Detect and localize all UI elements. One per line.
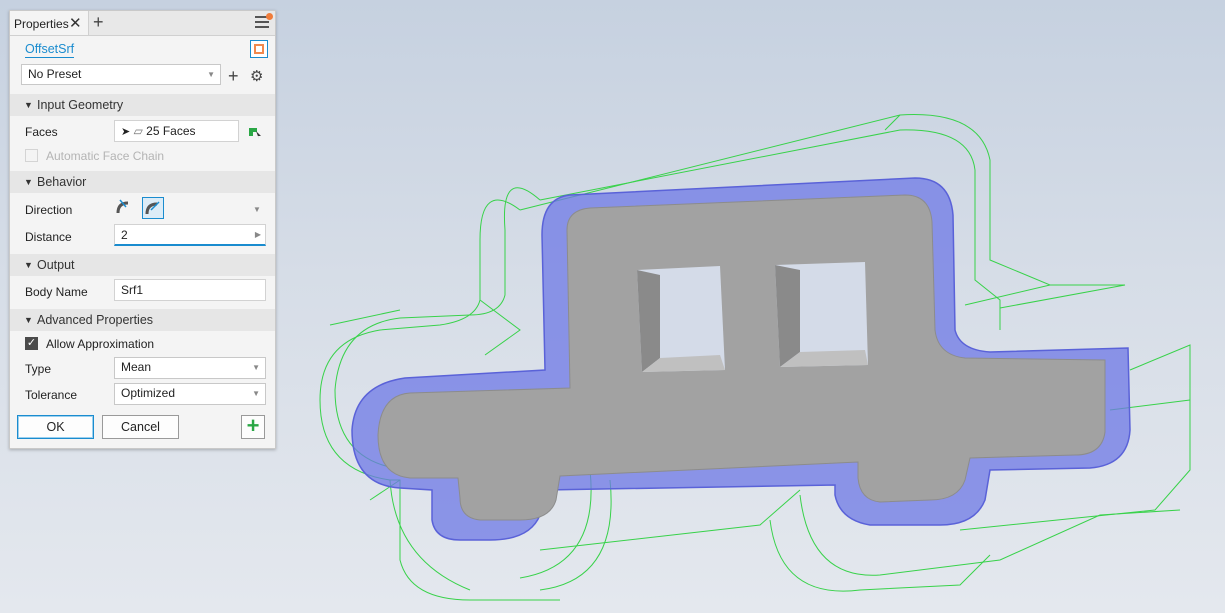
cursor-icon: ➤ [121,126,131,138]
distance-label: Distance [25,230,72,244]
preset-select[interactable]: No Preset ▼ [21,64,221,85]
type-label: Type [25,362,52,376]
type-value: Mean [121,360,152,374]
body-name-input[interactable]: Srf1 [114,279,266,301]
direction-label: Direction [25,203,73,217]
collapse-caret-icon: ▼ [24,315,33,325]
tab-properties[interactable]: Properties ✕ [10,11,89,35]
add-tab-icon[interactable]: + [93,12,104,33]
window-right [775,262,868,367]
tab-properties-label: Properties [14,17,69,31]
body-name-value: Srf1 [121,283,144,297]
chevron-down-icon: ▼ [252,389,260,398]
tolerance-value: Optimized [121,386,176,400]
ok-button[interactable]: OK [17,415,94,439]
chevron-down-icon: ▼ [207,70,215,79]
faces-value: 25 Faces [146,124,196,138]
tolerance-label: Tolerance [25,388,78,402]
tolerance-select[interactable]: Optimized ▼ [114,383,266,405]
face-chain-select-icon[interactable] [247,124,263,143]
notification-dot [266,13,273,20]
preset-value: No Preset [28,67,82,81]
section-title: Input Geometry [37,98,124,112]
apply-plus-icon[interactable]: + [241,415,265,439]
distance-value: 2 [121,228,128,242]
direction-outward-button[interactable] [142,197,164,219]
cancel-button[interactable]: Cancel [102,415,179,439]
distance-input[interactable]: 2 ▶ [114,224,266,246]
section-advanced-properties[interactable]: ▼ Advanced Properties [10,309,275,331]
type-select[interactable]: Mean ▼ [114,357,266,379]
section-title: Behavior [37,175,87,189]
section-title: Output [37,258,75,272]
collapse-caret-icon: ▼ [24,100,33,110]
section-output[interactable]: ▼ Output [10,254,275,276]
collapse-caret-icon: ▼ [24,260,33,270]
section-title: Advanced Properties [37,313,154,327]
direction-inward-button[interactable] [114,197,136,219]
feature-name[interactable]: OffsetSrf [25,42,75,58]
allow-approximation-label: Allow Approximation [46,337,155,351]
chevron-down-icon[interactable]: ▼ [253,205,261,214]
faces-label: Faces [25,125,58,139]
allow-approximation-checkbox[interactable]: ✓ [25,337,38,350]
window-left [637,266,725,372]
chevron-down-icon: ▼ [252,363,260,372]
auto-face-chain-label: Automatic Face Chain [46,149,165,163]
section-behavior[interactable]: ▼ Behavior [10,171,275,193]
body-name-label: Body Name [25,285,88,299]
section-input-geometry[interactable]: ▼ Input Geometry [10,94,275,116]
properties-panel: Properties ✕ + OffsetSrf No Preset ▼ + ⚙… [9,10,276,449]
faces-selector[interactable]: ➤ ▱ 25 Faces [114,120,239,142]
feature-settings-icon[interactable] [250,40,268,58]
close-icon[interactable]: ✕ [69,14,82,32]
auto-face-chain-checkbox[interactable] [25,149,38,162]
collapse-caret-icon: ▼ [24,177,33,187]
panel-tab-bar: Properties ✕ + [10,11,275,36]
gear-icon[interactable]: ⚙ [250,67,263,85]
face-icon: ▱ [133,124,143,138]
expand-arrow-icon[interactable]: ▶ [255,225,261,245]
add-preset-icon[interactable]: + [228,66,239,87]
